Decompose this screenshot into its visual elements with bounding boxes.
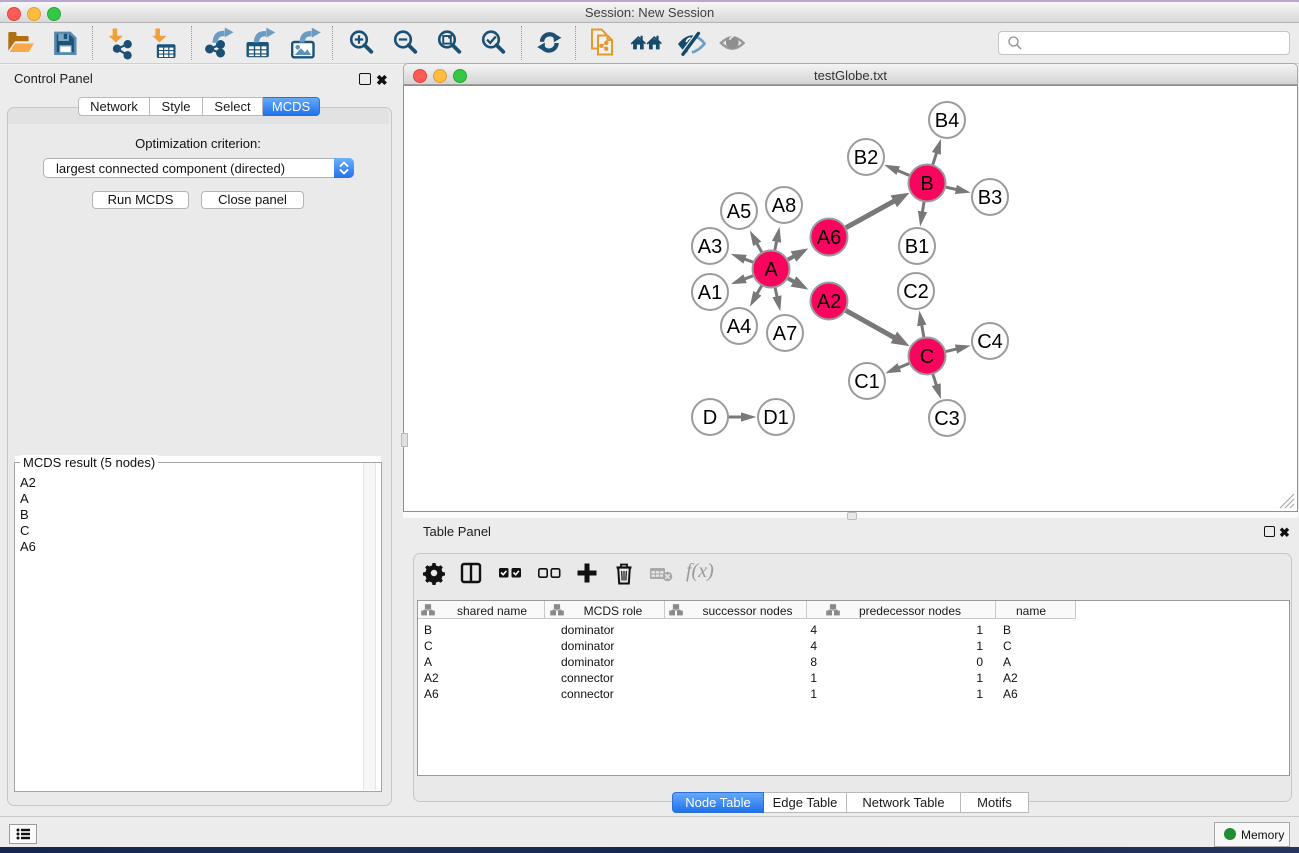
svg-text:A1: A1 [698, 282, 722, 304]
svg-text:A3: A3 [698, 236, 722, 258]
svg-text:B1: B1 [905, 236, 929, 258]
svg-text:D1: D1 [763, 407, 789, 429]
svg-text:A5: A5 [727, 201, 751, 223]
svg-text:B3: B3 [978, 187, 1002, 209]
svg-text:A8: A8 [772, 195, 796, 217]
svg-text:B: B [920, 173, 933, 195]
svg-text:A6: A6 [817, 227, 841, 249]
svg-text:B2: B2 [854, 147, 878, 169]
svg-text:D: D [703, 407, 717, 429]
svg-text:C4: C4 [977, 331, 1003, 353]
svg-text:C1: C1 [854, 371, 880, 393]
svg-text:C2: C2 [903, 281, 929, 303]
svg-text:A: A [764, 259, 778, 281]
svg-text:B4: B4 [935, 110, 959, 132]
svg-text:A2: A2 [817, 291, 841, 313]
svg-text:C: C [920, 346, 934, 368]
svg-text:A4: A4 [727, 316, 751, 338]
svg-text:A7: A7 [773, 323, 797, 345]
svg-text:C3: C3 [934, 408, 960, 430]
